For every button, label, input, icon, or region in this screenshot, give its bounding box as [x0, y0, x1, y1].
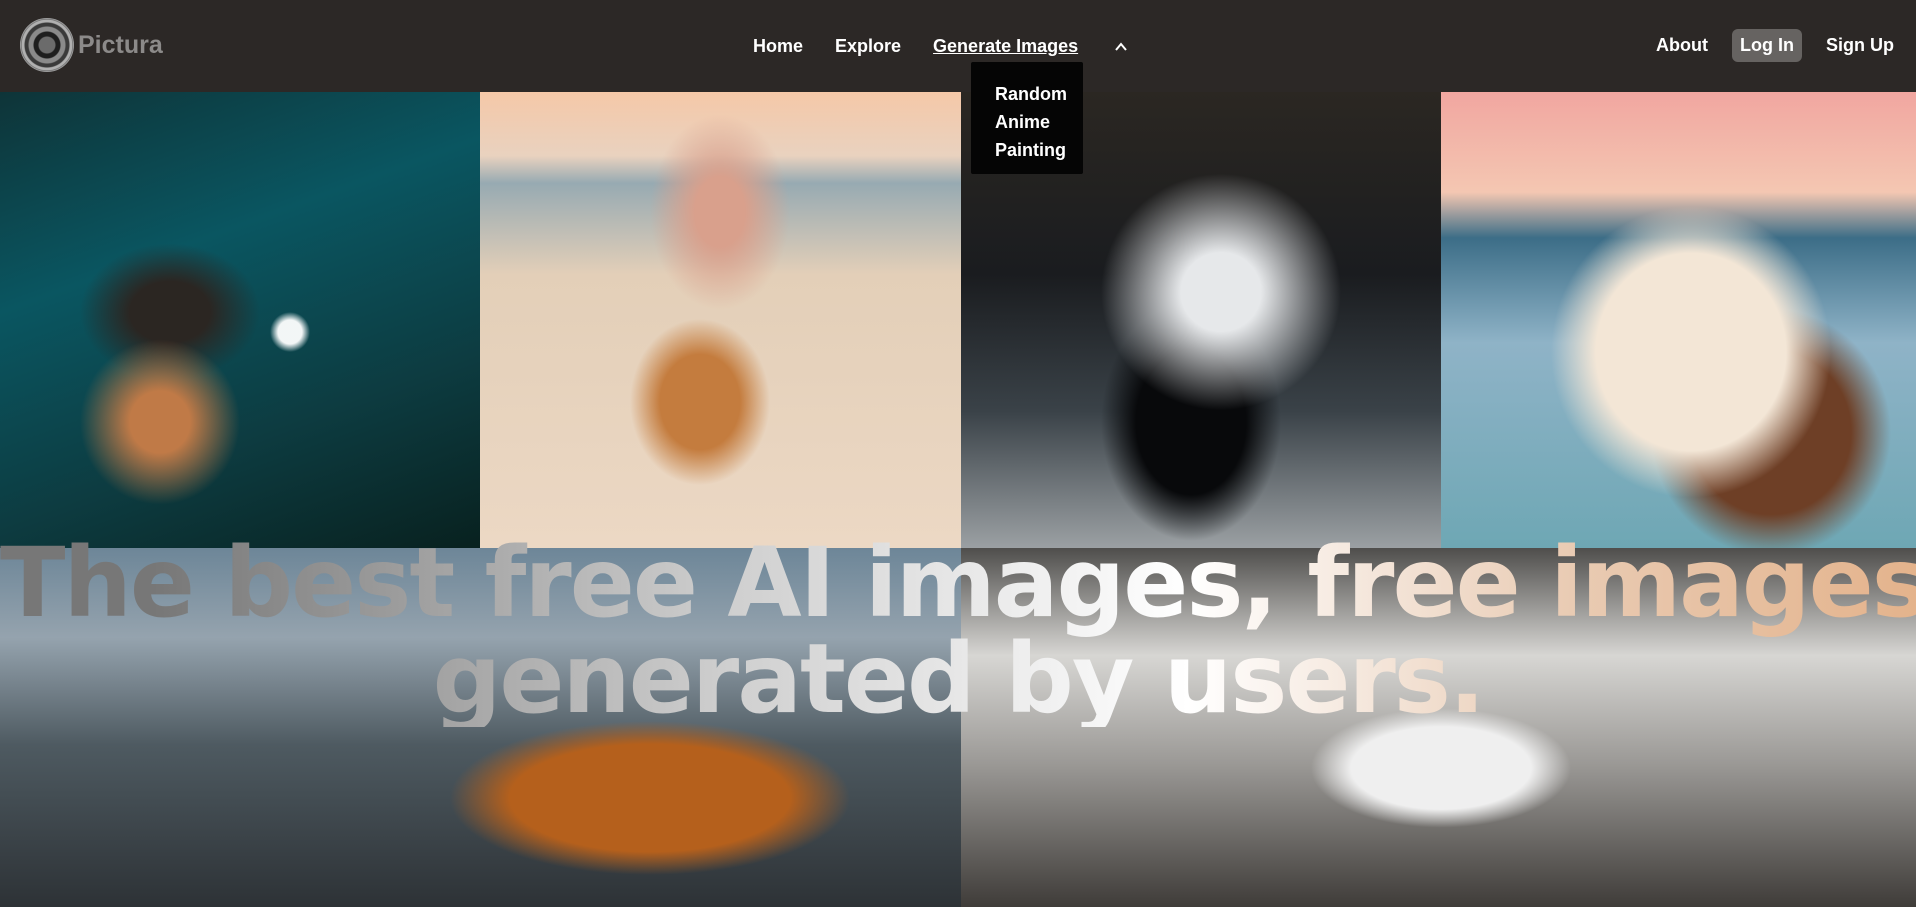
brand-name: Pictura — [78, 30, 163, 59]
generate-images-dropdown: Random Anime Painting — [971, 62, 1083, 174]
hero-headline-line-2: generated by users. — [432, 623, 1484, 735]
main-nav: Home Explore Generate Images — [753, 36, 1159, 57]
gallery-image-woman-with-glowing-orb[interactable] — [0, 92, 480, 548]
hero-headline: The best free AI images, free images gen… — [0, 535, 1916, 727]
hero-headline-line-1: The best free AI images, free images — [0, 527, 1916, 639]
brand-logo[interactable]: Pictura — [20, 18, 163, 72]
signup-button[interactable]: Sign Up — [1826, 35, 1894, 56]
nav-generate-images-label: Generate Images — [933, 36, 1079, 56]
gallery-image-puppy-held-by-hand[interactable] — [1441, 92, 1916, 548]
chevron-up-icon — [1115, 41, 1127, 51]
top-navigation-bar: Pictura Home Explore Generate Images Abo… — [0, 0, 1916, 92]
nav-generate-images-menu[interactable]: Generate Images — [933, 36, 1127, 57]
login-button[interactable]: Log In — [1732, 29, 1802, 62]
dropdown-item-anime[interactable]: Anime — [995, 108, 1083, 136]
nav-home-link[interactable]: Home — [753, 36, 803, 57]
nav-explore-link[interactable]: Explore — [835, 36, 901, 57]
gallery-image-woman-and-dog-on-beach[interactable] — [480, 92, 961, 548]
nav-about-link[interactable]: About — [1656, 35, 1708, 56]
camera-lens-icon — [20, 18, 74, 72]
account-nav: About Log In Sign Up — [1656, 29, 1894, 62]
dropdown-item-painting[interactable]: Painting — [995, 136, 1083, 164]
dropdown-item-random[interactable]: Random — [995, 80, 1083, 108]
